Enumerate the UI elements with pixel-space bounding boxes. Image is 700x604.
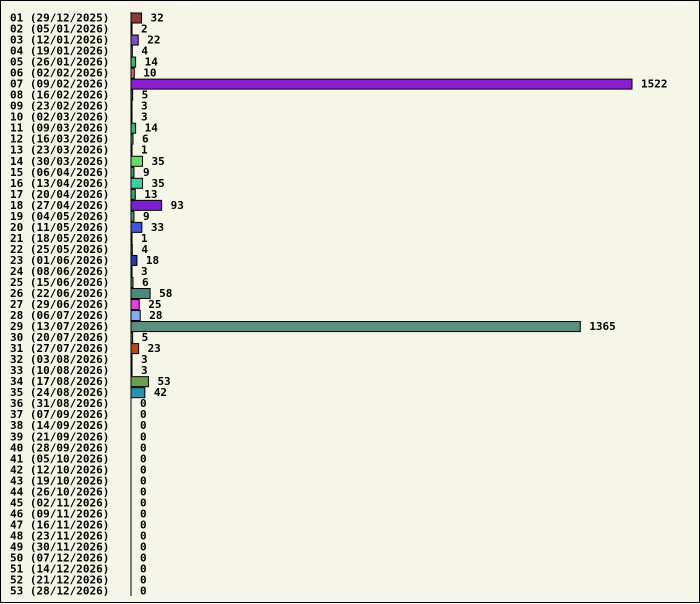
bar: [130, 221, 143, 233]
bar: [130, 111, 133, 123]
bar: [130, 376, 149, 388]
bar: [130, 12, 143, 24]
bar: [130, 166, 135, 178]
bar: [130, 188, 136, 200]
value-label: 1365: [589, 320, 616, 333]
bar: [130, 45, 133, 57]
bar: [130, 387, 146, 399]
bar: [130, 89, 134, 101]
bar: [130, 332, 134, 344]
value-label: 9: [143, 210, 150, 223]
value-label: 23: [148, 342, 161, 355]
bar: [130, 78, 633, 90]
bar: [130, 243, 133, 255]
bar: [130, 56, 137, 68]
value-label: 93: [171, 199, 184, 212]
category-label: 53 (28/12/2026): [10, 585, 109, 598]
bar: [130, 34, 139, 46]
bar-chart: 01 (29/12/2025) 3202 (05/01/2026) 203 (12/…: [10, 12, 668, 598]
bar: [130, 254, 138, 266]
bar: [130, 365, 133, 377]
value-label: 3: [141, 364, 148, 377]
bar: [130, 23, 133, 35]
value-label: 1522: [641, 78, 668, 91]
bar: [130, 155, 144, 167]
bar: [130, 288, 151, 299]
bar: [130, 232, 133, 244]
bar: [130, 343, 140, 355]
value-label: 9: [143, 166, 150, 179]
bar: [130, 133, 134, 145]
value-label: 1: [141, 144, 148, 157]
bar: [130, 276, 134, 288]
value-label: 22: [147, 34, 160, 47]
bar: [130, 265, 133, 277]
value-label: 10: [143, 67, 156, 80]
bar: [130, 299, 140, 311]
bar: [130, 321, 581, 333]
value-label: 42: [154, 386, 167, 399]
bar: [130, 144, 133, 156]
bar: [130, 354, 133, 366]
chart-frame: 01 (29/12/2025) 32 02 (05/01/2026) 2 03 (12/…: [0, 0, 700, 603]
bar: [130, 177, 144, 189]
bar: [130, 199, 163, 211]
bar: [130, 67, 135, 79]
value-label: 28: [149, 309, 162, 322]
bar: [130, 100, 133, 112]
value-label: 0: [140, 585, 147, 598]
value-label: 33: [151, 221, 164, 234]
bar: [130, 310, 141, 322]
value-label: 32: [151, 12, 164, 25]
value-label: 35: [152, 155, 165, 168]
value-label: 6: [142, 276, 149, 289]
value-label: 13: [144, 188, 157, 201]
bar: [130, 210, 135, 222]
value-label: 18: [146, 254, 159, 267]
bar: [130, 122, 137, 134]
